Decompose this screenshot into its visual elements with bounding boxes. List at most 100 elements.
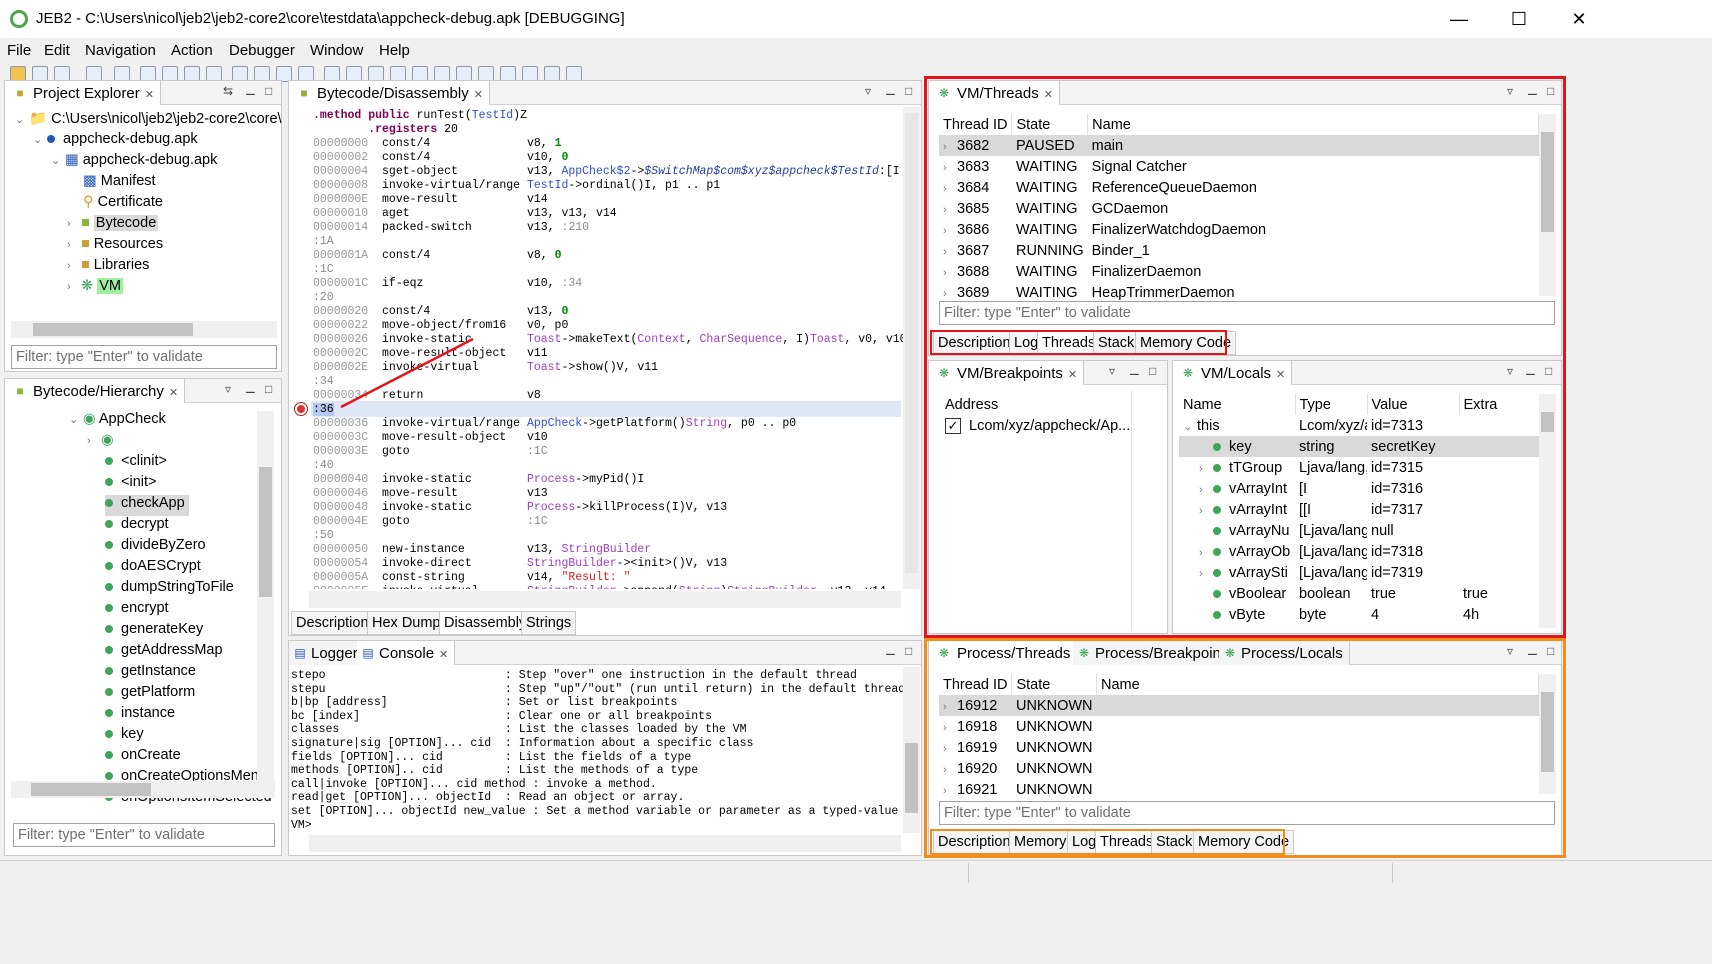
expand-chevron-icon[interactable]: › bbox=[943, 162, 957, 174]
horizontal-scrollbar[interactable] bbox=[309, 835, 901, 852]
horizontal-scrollbar[interactable] bbox=[309, 591, 901, 608]
column-header[interactable]: Thread ID bbox=[939, 114, 1013, 135]
close-tab-icon[interactable]: ✕ bbox=[1276, 369, 1285, 381]
close-tab-icon[interactable]: ✕ bbox=[439, 649, 448, 661]
tree-item-certificate[interactable]: ⚲ Certificate bbox=[83, 194, 163, 215]
table-row[interactable]: vBoolear boolean true true bbox=[1179, 583, 1539, 604]
column-header[interactable]: Name bbox=[1179, 394, 1296, 415]
tab-threads[interactable]: Threads bbox=[1095, 830, 1159, 854]
tab-logger[interactable]: ▤ Logger bbox=[289, 641, 365, 665]
menu-navigation[interactable]: Navigation bbox=[85, 42, 156, 59]
expand-chevron-icon[interactable]: ⌄ bbox=[1183, 420, 1197, 433]
method-item[interactable]: getAddressMap bbox=[105, 642, 223, 663]
tree-item-apk[interactable]: ⌄ appcheck-debug.apk bbox=[33, 131, 198, 152]
column-header[interactable]: Extra bbox=[1459, 394, 1540, 415]
table-row[interactable]: › 3683 WAITING Signal Catcher bbox=[939, 156, 1539, 177]
expand-chevron-icon[interactable]: › bbox=[943, 246, 957, 258]
table-row[interactable]: › 3682 PAUSED main bbox=[939, 135, 1539, 156]
table-row[interactable]: ⌄ this Lcom/xyz/a id=7313 bbox=[1179, 415, 1539, 436]
expand-chevron-icon[interactable]: › bbox=[1199, 484, 1213, 496]
restore-icon[interactable]: ⚊ bbox=[885, 84, 896, 98]
minimize-button[interactable]: — bbox=[1436, 0, 1482, 38]
maximize-icon[interactable]: □ bbox=[1149, 364, 1156, 378]
close-tab-icon[interactable]: ✕ bbox=[145, 89, 154, 101]
table-row[interactable]: › 3689 WAITING HeapTrimmerDaemon bbox=[939, 282, 1539, 303]
tab-strings[interactable]: Strings bbox=[521, 611, 577, 635]
column-header[interactable]: State bbox=[1011, 114, 1089, 135]
menu-action[interactable]: Action bbox=[171, 42, 213, 59]
tab-bytecode-hierarchy[interactable]: ■ Bytecode/Hierarchy ✕ bbox=[5, 379, 186, 403]
table-row[interactable]: › 3686 WAITING FinalizerWatchdogDaemon bbox=[939, 219, 1539, 240]
restore-icon[interactable]: ⚊ bbox=[1527, 84, 1538, 98]
table-row[interactable]: key string secretKey bbox=[1179, 436, 1539, 457]
method-item[interactable]: instance bbox=[105, 705, 175, 726]
maximize-icon[interactable]: □ bbox=[265, 382, 272, 396]
tab-stack[interactable]: Stack bbox=[1093, 331, 1140, 355]
maximize-button[interactable]: ☐ bbox=[1496, 0, 1542, 38]
expand-chevron-icon[interactable]: › bbox=[943, 183, 957, 195]
table-row[interactable]: › vArrayOb [Ljava/lang id=7318 bbox=[1179, 541, 1539, 562]
expand-chevron-icon[interactable]: › bbox=[1199, 463, 1213, 475]
close-tab-icon[interactable]: ✕ bbox=[1068, 369, 1077, 381]
menu-window[interactable]: Window bbox=[310, 42, 363, 59]
expand-chevron-icon[interactable]: › bbox=[943, 743, 957, 755]
table-row[interactable]: › tTGroup Ljava/lang, id=7315 bbox=[1179, 457, 1539, 478]
close-button[interactable]: ✕ bbox=[1556, 0, 1602, 38]
method-item[interactable]: divideByZero bbox=[105, 537, 206, 558]
minimize-icon[interactable]: ⚊ bbox=[245, 84, 256, 98]
tree-item-libraries[interactable]: › ■ Libraries bbox=[67, 257, 149, 278]
vertical-scrollbar[interactable] bbox=[1539, 394, 1556, 628]
table-row[interactable]: › vArrayInt [[I id=7317 bbox=[1179, 499, 1539, 520]
horizontal-scrollbar[interactable] bbox=[11, 781, 275, 798]
tree-item-inner-class[interactable]: › ◉ bbox=[87, 432, 114, 453]
expand-chevron-icon[interactable]: › bbox=[943, 267, 957, 279]
vertical-scrollbar[interactable] bbox=[1539, 114, 1556, 296]
tree-item-resources[interactable]: › ■ Resources bbox=[67, 236, 163, 257]
method-item[interactable]: checkApp bbox=[105, 495, 189, 516]
column-header[interactable]: Value bbox=[1367, 394, 1460, 415]
tree-item-apk-unit[interactable]: ⌄ ▦ appcheck-debug.apk bbox=[51, 152, 217, 173]
expand-chevron-icon[interactable]: › bbox=[1199, 547, 1213, 559]
expand-chevron-icon[interactable]: › bbox=[943, 204, 957, 216]
minimize-icon[interactable]: ▿ bbox=[225, 382, 231, 396]
tab-vm-locals[interactable]: ❋ VM/Locals ✕ bbox=[1173, 361, 1293, 385]
tab-bytecode-disassembly[interactable]: ■ Bytecode/Disassembly ✕ bbox=[289, 81, 490, 105]
maximize-icon[interactable]: □ bbox=[1545, 364, 1552, 378]
minimize-icon[interactable]: ▿ bbox=[1507, 364, 1513, 378]
method-item[interactable]: generateKey bbox=[105, 621, 203, 642]
tree-item-vm[interactable]: › ❋ VM bbox=[67, 278, 123, 299]
expand-chevron-icon[interactable]: › bbox=[943, 764, 957, 776]
maximize-icon[interactable]: □ bbox=[905, 644, 912, 658]
expand-chevron-icon[interactable]: › bbox=[943, 225, 957, 237]
method-item[interactable]: doAESCrypt bbox=[105, 558, 201, 579]
maximize-icon[interactable]: □ bbox=[1547, 84, 1554, 98]
tree-item-manifest[interactable]: ▩ Manifest bbox=[83, 173, 156, 194]
process-threads-table[interactable]: Thread ID State Name › 16912 UNKNOWN › 16918 UNK… bbox=[939, 674, 1539, 800]
tree-item-appcheck[interactable]: ⌄ ◉ AppCheck bbox=[69, 411, 166, 432]
vertical-scrollbar[interactable] bbox=[903, 107, 920, 589]
menu-file[interactable]: File bbox=[7, 42, 31, 59]
expand-chevron-icon[interactable]: › bbox=[943, 785, 957, 797]
table-row[interactable]: › 3687 RUNNING Binder_1 bbox=[939, 240, 1539, 261]
method-item[interactable]: decrypt bbox=[105, 516, 169, 537]
tree-item-bytecode[interactable]: › ■ Bytecode bbox=[67, 215, 159, 236]
minimize-icon[interactable]: ⚊ bbox=[885, 644, 896, 658]
minimize-icon[interactable]: ▿ bbox=[1109, 364, 1115, 378]
table-row[interactable]: vArrayNu [Ljava/lang null bbox=[1179, 520, 1539, 541]
tab-project-explorer[interactable]: ■ Project Explorer ✕ bbox=[5, 81, 161, 105]
expand-chevron-icon[interactable]: › bbox=[1199, 568, 1213, 580]
horizontal-scrollbar[interactable] bbox=[11, 321, 277, 338]
table-row[interactable]: › 16912 UNKNOWN bbox=[939, 695, 1539, 716]
menu-debugger[interactable]: Debugger bbox=[229, 42, 295, 59]
vm-threads-table[interactable]: Thread ID State Name › 3682 PAUSED main › 3683 WA… bbox=[939, 114, 1539, 303]
restore-icon[interactable]: ⚊ bbox=[245, 382, 256, 396]
column-header[interactable]: Name bbox=[1087, 114, 1539, 135]
expand-chevron-icon[interactable]: › bbox=[943, 722, 957, 734]
menu-help[interactable]: Help bbox=[379, 42, 410, 59]
table-row[interactable]: › vArraySti [Ljava/lang id=7319 bbox=[1179, 562, 1539, 583]
tab-description[interactable]: Description bbox=[933, 830, 1016, 854]
table-row[interactable]: › 16920 UNKNOWN bbox=[939, 758, 1539, 779]
tab-process-threads[interactable]: ❋Process/Threads✕ bbox=[929, 641, 1092, 665]
table-row[interactable]: vByte byte 4 4h bbox=[1179, 604, 1539, 625]
tab-memory-code[interactable]: Memory Code bbox=[1135, 331, 1237, 355]
